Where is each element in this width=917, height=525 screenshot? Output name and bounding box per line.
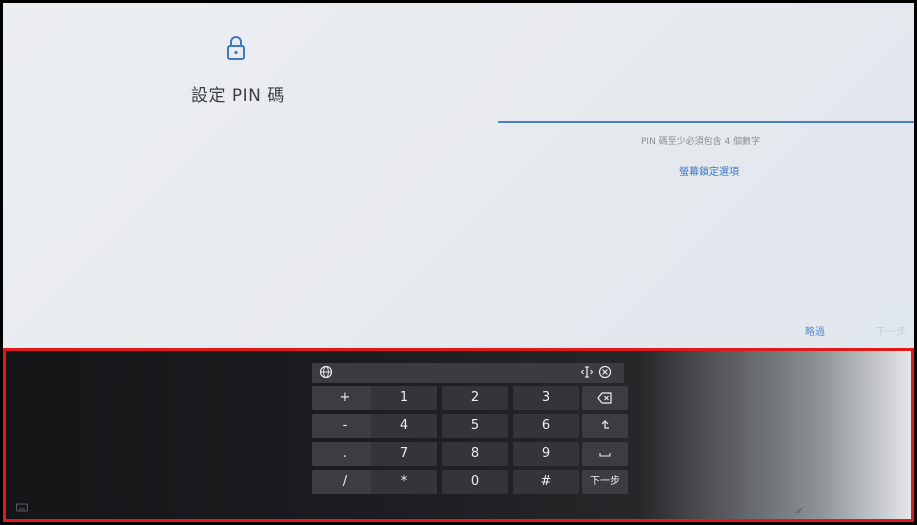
collapse-icon[interactable]: [792, 505, 806, 517]
key-0[interactable]: 0: [442, 470, 508, 494]
backspace-icon: [597, 391, 612, 404]
globe-icon[interactable]: [319, 365, 333, 379]
setup-screen: 設定 PIN 碼 PIN 碼至少必須包含 4 個數字 螢幕鎖定選項 略過 下一步: [3, 3, 914, 522]
key-2[interactable]: 2: [442, 386, 508, 410]
key-9[interactable]: 9: [513, 442, 579, 466]
key-8[interactable]: 8: [442, 442, 508, 466]
key-5[interactable]: 5: [442, 414, 508, 438]
on-screen-keyboard: + 1 2 3 - 4 5 6 . 7 8 9 / * 0 # 下一步: [3, 348, 914, 522]
pin-hint: PIN 碼至少必須包含 4 個數字: [641, 137, 761, 147]
key-star[interactable]: *: [371, 470, 437, 494]
key-hash[interactable]: #: [513, 470, 579, 494]
key-backspace[interactable]: [582, 386, 628, 410]
key-space[interactable]: [582, 442, 628, 466]
close-circle-icon[interactable]: [598, 365, 612, 379]
key-minus[interactable]: -: [312, 414, 378, 438]
screen-lock-options-link[interactable]: 螢幕鎖定選項: [679, 163, 739, 178]
pin-input-field[interactable]: [498, 121, 914, 123]
key-plus[interactable]: +: [312, 386, 378, 410]
key-next[interactable]: 下一步: [582, 470, 628, 494]
key-3[interactable]: 3: [513, 386, 579, 410]
key-6[interactable]: 6: [513, 414, 579, 438]
keyboard-toolbar: [312, 363, 624, 383]
key-1[interactable]: 1: [371, 386, 437, 410]
key-return[interactable]: [582, 414, 628, 438]
next-button[interactable]: 下一步: [876, 323, 906, 338]
space-icon: [599, 452, 611, 457]
key-4[interactable]: 4: [371, 414, 437, 438]
key-slash[interactable]: /: [312, 470, 378, 494]
lock-icon: [227, 36, 245, 60]
skip-button[interactable]: 略過: [805, 323, 825, 338]
cursor-move-icon[interactable]: [580, 365, 594, 379]
keyboard-icon[interactable]: [16, 503, 28, 513]
key-period[interactable]: .: [312, 442, 378, 466]
key-7[interactable]: 7: [371, 442, 437, 466]
page-title: 設定 PIN 碼: [191, 86, 285, 106]
return-icon: [601, 419, 609, 429]
